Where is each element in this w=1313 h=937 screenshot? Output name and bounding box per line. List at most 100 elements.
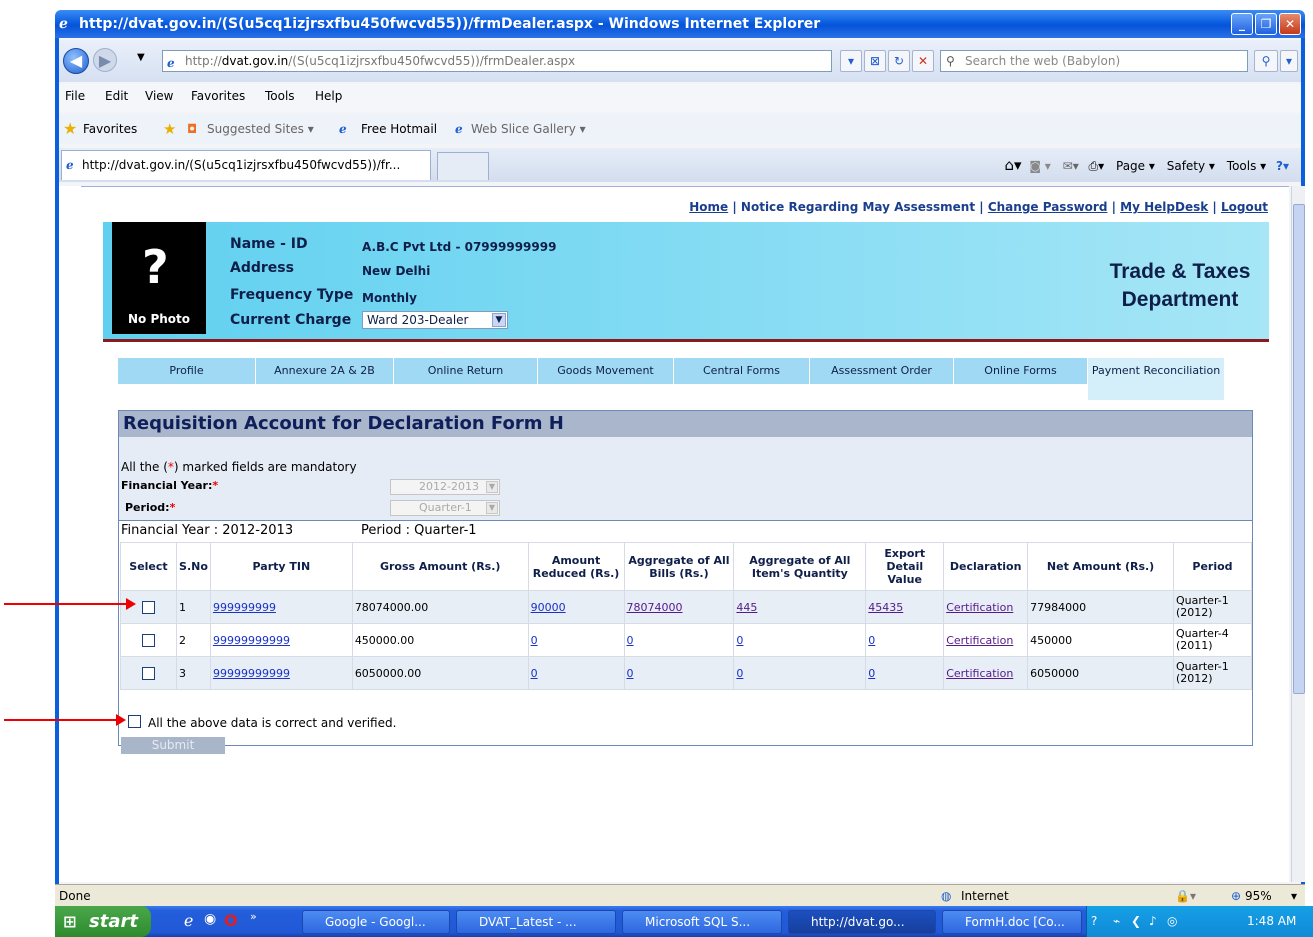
menu-view[interactable]: View [145, 84, 173, 108]
clock[interactable]: 1:48 AM [1247, 906, 1296, 937]
search-options-icon[interactable]: ▾ [1280, 50, 1298, 72]
help-icon[interactable]: ?▾ [1276, 159, 1289, 173]
chevron-down-icon[interactable]: ▼ [486, 502, 498, 514]
logout-link[interactable]: Logout [1221, 200, 1268, 214]
menu-file[interactable]: File [65, 84, 85, 108]
hotmail-link[interactable]: Free Hotmail [361, 114, 437, 144]
menu-help[interactable]: Help [315, 84, 342, 108]
close-button[interactable]: ✕ [1279, 13, 1301, 35]
amount-reduced-link[interactable]: 90000 [531, 601, 566, 614]
aggregate-qty-link[interactable]: 0 [736, 667, 743, 680]
aggregate-bills-link[interactable]: 78074000 [627, 601, 683, 614]
print-icon[interactable]: ⎙▾ [1089, 159, 1105, 173]
certification-link[interactable]: Certification [946, 634, 1013, 647]
change-password-link[interactable]: Change Password [988, 200, 1108, 214]
chevron-down-icon[interactable]: ▼ [492, 313, 506, 327]
amount-reduced-link[interactable]: 0 [531, 634, 538, 647]
favorites-button[interactable]: Favorites [83, 114, 137, 144]
export-value-link[interactable]: 0 [868, 634, 875, 647]
help-tray-icon[interactable]: ? [1091, 906, 1097, 937]
party-tin-link[interactable]: 99999999999 [213, 667, 290, 680]
address-dropdown-icon[interactable]: ▾ [840, 50, 862, 72]
tab-profile[interactable]: Profile [118, 358, 256, 384]
add-favorite-icon[interactable]: ★ [163, 114, 176, 144]
quicklaunch-more-icon[interactable]: » [250, 910, 257, 923]
refresh-icon[interactable]: ↻ [888, 50, 910, 72]
row-select-checkbox[interactable] [141, 600, 155, 614]
quicklaunch-icon[interactable]: ◉ [204, 911, 216, 927]
row-select-checkbox[interactable] [141, 633, 155, 647]
tab-annexure[interactable]: Annexure 2A & 2B [256, 358, 394, 384]
menu-favorites[interactable]: Favorites [191, 84, 245, 108]
tools-menu[interactable]: Tools ▾ [1227, 159, 1266, 173]
tab-goods-movement[interactable]: Goods Movement [538, 358, 674, 384]
current-charge-select[interactable]: Ward 203-Dealer ▼ [362, 311, 508, 329]
aggregate-bills-link[interactable]: 0 [627, 667, 634, 680]
certification-link[interactable]: Certification [946, 667, 1013, 680]
maximize-button[interactable]: ❐ [1255, 13, 1277, 35]
vertical-scrollbar[interactable] [1291, 186, 1305, 882]
volume-tray-icon[interactable]: ♪ [1149, 906, 1157, 937]
period-select[interactable]: Quarter-1 ▼ [390, 500, 500, 516]
zoom-dropdown-icon[interactable]: ▾ [1291, 885, 1297, 907]
address-bar[interactable]: ℯ http://dvat.gov.in/(S(u5cq1izjrsxfbu45… [162, 50, 832, 72]
zoom-level[interactable]: 95% [1245, 885, 1272, 907]
menu-tools[interactable]: Tools [265, 84, 295, 108]
search-go-icon[interactable]: ⚲ [1254, 50, 1278, 72]
certification-link[interactable]: Certification [946, 601, 1013, 614]
history-dropdown-icon[interactable]: ▼ [137, 52, 145, 63]
aggregate-qty-link[interactable]: 445 [736, 601, 757, 614]
stop-icon[interactable]: ✕ [912, 50, 934, 72]
start-button[interactable]: ⊞ start [55, 906, 151, 937]
home-icon[interactable]: ⌂▾ [1004, 156, 1021, 174]
page-menu[interactable]: Page ▾ [1116, 159, 1155, 173]
submit-button[interactable]: Submit [121, 737, 225, 754]
quicklaunch-ie-icon[interactable]: ℯ [184, 911, 193, 930]
zoom-icon[interactable]: ⊕ [1231, 885, 1241, 907]
financial-year-select[interactable]: 2012-2013 ▼ [390, 479, 500, 495]
tab-central-forms[interactable]: Central Forms [674, 358, 810, 384]
network-tray-icon[interactable]: ⌁ [1113, 906, 1120, 937]
party-tin-link[interactable]: 99999999999 [213, 634, 290, 647]
safety-menu[interactable]: Safety ▾ [1167, 159, 1215, 173]
opera-icon[interactable]: O [224, 911, 238, 930]
aggregate-qty-link[interactable]: 0 [736, 634, 743, 647]
tab-assessment-order[interactable]: Assessment Order [810, 358, 954, 384]
feeds-icon[interactable]: ◙ ▾ [1029, 159, 1050, 173]
compatibility-icon[interactable]: ⊠ [864, 50, 886, 72]
forward-icon[interactable]: ▶ [93, 48, 117, 72]
collapse-tray-icon[interactable]: ❮ [1131, 906, 1141, 937]
browser-tab-active[interactable]: ℯ http://dvat.gov.in/(S(u5cq1izjrsxfbu45… [61, 150, 431, 180]
taskbar-item-google[interactable]: Google - Googl... [302, 910, 450, 934]
mail-icon[interactable]: ✉▾ [1063, 159, 1079, 173]
new-tab-button[interactable] [437, 152, 489, 180]
home-link[interactable]: Home [689, 200, 728, 214]
helpdesk-link[interactable]: My HelpDesk [1120, 200, 1208, 214]
taskbar-item-dvat-latest[interactable]: DVAT_Latest - ... [456, 910, 616, 934]
menu-edit[interactable]: Edit [105, 84, 128, 108]
suggested-sites-link[interactable]: Suggested Sites ▾ [207, 114, 314, 144]
tab-online-forms[interactable]: Online Forms [954, 358, 1088, 384]
back-icon[interactable]: ◀ [63, 48, 89, 74]
chevron-down-icon[interactable]: ▼ [486, 481, 498, 493]
lock-icon[interactable]: 🔒▾ [1175, 885, 1196, 907]
taskbar-item-sql-server[interactable]: Microsoft SQL S... [622, 910, 782, 934]
party-tin-link[interactable]: 999999999 [213, 601, 276, 614]
minimize-button[interactable]: _ [1231, 13, 1253, 35]
taskbar-item-ie[interactable]: http://dvat.go... [788, 910, 936, 934]
verify-checkbox[interactable] [128, 715, 141, 728]
row-select-checkbox[interactable] [141, 666, 155, 680]
export-value-link[interactable]: 45435 [868, 601, 903, 614]
app-tray-icon[interactable]: ◎ [1167, 906, 1177, 937]
search-input[interactable]: ⚲ Search the web (Babylon) [940, 50, 1248, 72]
window-title-bar[interactable]: ℯ http://dvat.gov.in/(S(u5cq1izjrsxfbu45… [55, 10, 1305, 38]
webslice-link[interactable]: Web Slice Gallery ▾ [471, 114, 586, 144]
notice-link[interactable]: Notice Regarding May Assessment [741, 200, 975, 214]
aggregate-bills-link[interactable]: 0 [627, 634, 634, 647]
export-value-link[interactable]: 0 [868, 667, 875, 680]
taskbar-item-formh[interactable]: FormH.doc [Co... [942, 910, 1082, 934]
tab-online-return[interactable]: Online Return [394, 358, 538, 384]
tab-payment-reconciliation[interactable]: Payment Reconciliation [1088, 358, 1224, 400]
scrollbar-thumb[interactable] [1293, 204, 1305, 694]
amount-reduced-link[interactable]: 0 [531, 667, 538, 680]
